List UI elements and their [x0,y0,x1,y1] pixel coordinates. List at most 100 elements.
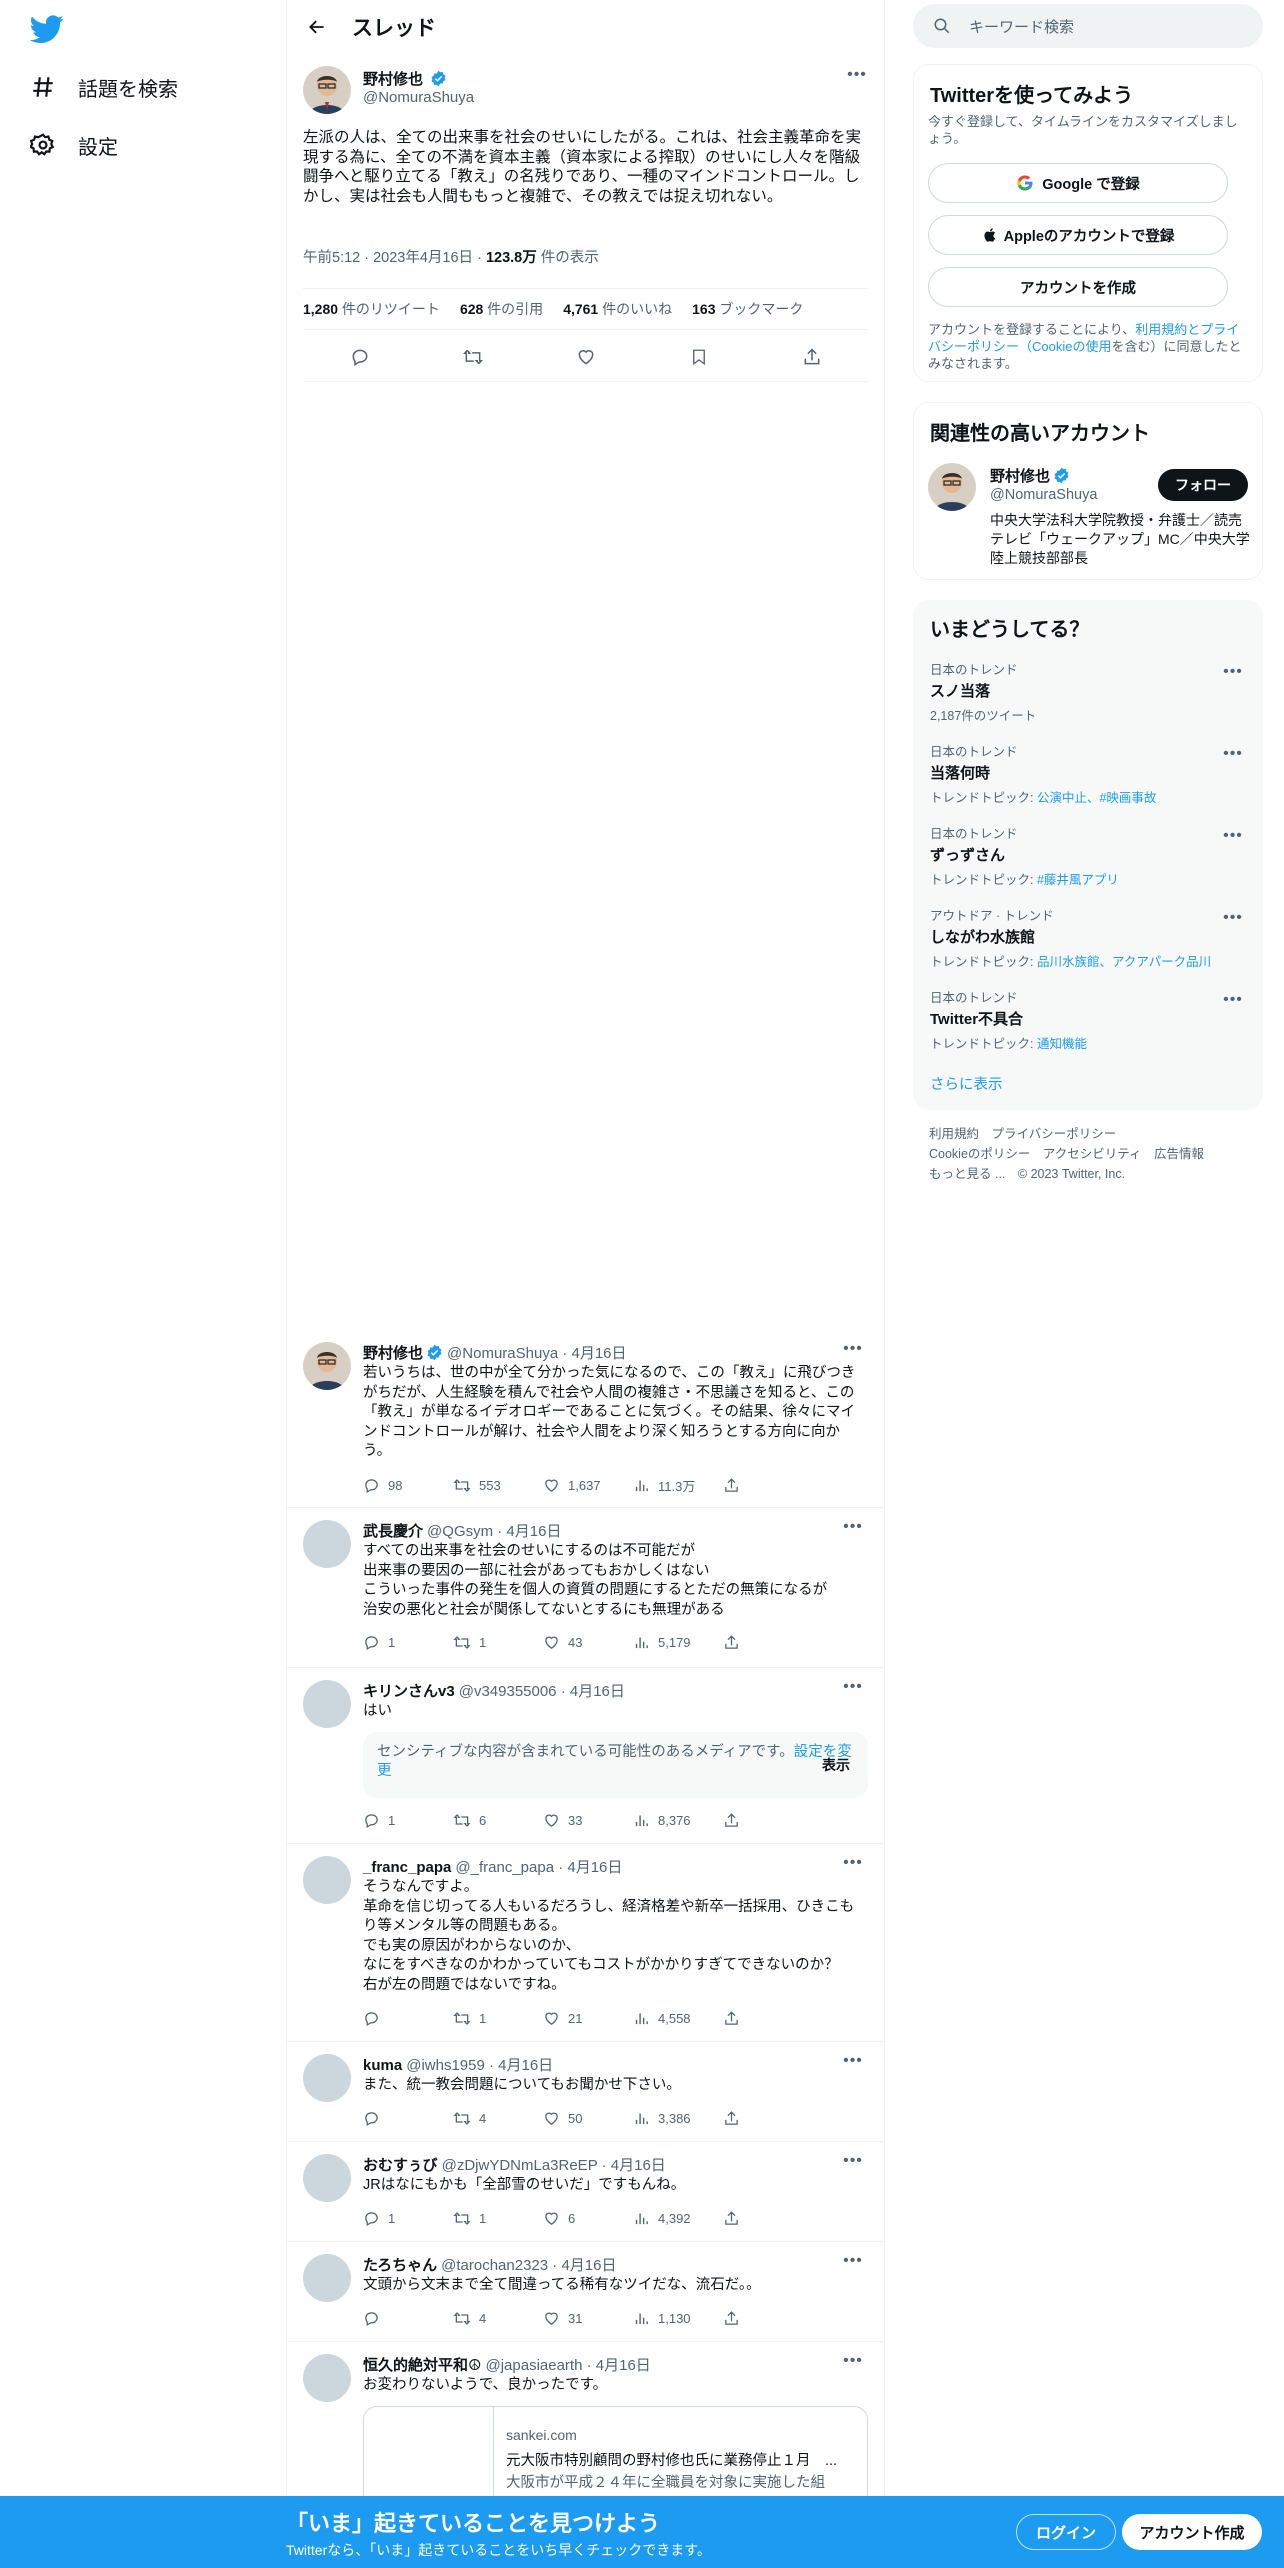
more-options-icon[interactable]: ••• [1218,991,1248,1011]
reply-name[interactable]: おむすぅび [363,2157,438,2174]
more-options-icon[interactable]: ••• [838,2152,868,2172]
reply-name[interactable]: キリンさんv3 [363,1683,455,1700]
reply-button[interactable]: 1 [363,2210,453,2227]
views-button[interactable]: 8,376 [633,1812,723,1829]
share-button[interactable] [723,1634,813,1651]
reply-avatar[interactable] [303,1520,351,1568]
views-button[interactable]: 11.3万 [633,1476,723,1495]
bookmark-icon[interactable] [682,340,716,374]
share-button[interactable] [723,2310,813,2327]
reply-name[interactable]: 恒久的絶対平和☮ [363,2357,481,2374]
reply-avatar[interactable] [303,1342,351,1390]
like-button[interactable]: 33 [543,1812,633,1829]
trend-topics[interactable]: #藤井風アプリ [1037,873,1119,887]
google-signup-button[interactable]: Google で登録 [928,163,1228,203]
more-options-icon[interactable]: ••• [838,2252,868,2272]
trend-topics[interactable]: 品川水族館、アクアパーク品川 [1037,955,1211,969]
reply-button[interactable] [363,2310,453,2327]
search-input[interactable]: キーワード検索 [969,16,1074,37]
related-handle[interactable]: @NomuraShuya [990,487,1097,503]
retweet-button[interactable]: 4 [453,2310,543,2327]
reply-name[interactable]: _franc_papa [363,1859,451,1876]
trend-item[interactable]: 日本のトレンド Twitter不具合 トレンドトピック: 通知機能 ••• [930,987,1248,1052]
share-button[interactable] [723,2110,813,2127]
related-name-row[interactable]: 野村修也 [990,465,1070,486]
nav-explore[interactable]: 話題を検索 [28,62,178,112]
search-box[interactable]: キーワード検索 [913,4,1263,48]
more-options-icon[interactable]: ••• [1218,909,1248,929]
reply-handle[interactable]: @japasiaearth · 4月16日 [485,2357,650,2374]
more-options-icon[interactable]: ••• [838,2352,868,2372]
views-button[interactable]: 5,179 [633,1634,723,1651]
reply-handle[interactable]: @v349355006 · 4月16日 [459,1683,625,1700]
reply-avatar[interactable] [303,2254,351,2302]
retweet-button[interactable]: 4 [453,2110,543,2127]
share-button[interactable] [723,2010,813,2027]
reply-avatar[interactable] [303,1680,351,1728]
bookmarks-stat[interactable]: 163 ブックマーク [692,299,803,319]
reply-button[interactable] [363,2110,453,2127]
views-button[interactable]: 3,386 [633,2110,723,2127]
twitter-logo-icon[interactable] [29,12,64,46]
like-button[interactable]: 21 [543,2010,633,2027]
login-button[interactable]: ログイン [1016,2514,1116,2550]
reply-handle[interactable]: @iwhs1959 · 4月16日 [406,2057,553,2074]
trend-item[interactable]: 日本のトレンド スノ当落 2,187件のツイート ••• [930,659,1248,724]
reply-handle[interactable]: @_franc_papa · 4月16日 [455,1859,622,1876]
reply-tweet[interactable]: _franc_papa @_franc_papa · 4月16日 ••• そうな… [287,1844,884,2042]
trend-topics[interactable]: 通知機能 [1037,1037,1087,1051]
reply-handle[interactable]: @QGsym · 4月16日 [427,1523,561,1540]
reply-handle[interactable]: @tarochan2323 · 4月16日 [441,2257,616,2274]
reply-tweet[interactable]: たろちゃん @tarochan2323 · 4月16日 ••• 文頭から文末まで… [287,2242,884,2342]
reply-handle[interactable]: @zDjwYDNmLa3ReEP · 4月16日 [442,2157,666,2174]
share-icon[interactable] [795,340,829,374]
like-button[interactable]: 1,637 [543,1476,633,1495]
reply-tweet[interactable]: 野村修也 @NomuraShuya · 4月16日 ••• 若いうちは、世の中が… [287,1330,884,1508]
more-options-icon[interactable]: ••• [1218,663,1248,683]
nav-settings[interactable]: 設定 [28,120,118,170]
reply-button[interactable]: 1 [363,1634,453,1651]
more-options-icon[interactable]: ••• [842,66,872,86]
show-more-link[interactable]: さらに表示 [930,1073,1003,1094]
views-button[interactable]: 1,130 [633,2310,723,2327]
reply-button[interactable] [363,2010,453,2027]
reply-name[interactable]: 野村修也 [363,1345,423,1362]
reply-avatar[interactable] [303,2354,351,2402]
follow-button[interactable]: フォロー [1158,469,1248,501]
share-button[interactable] [723,1812,813,1829]
trend-topics[interactable]: 公演中止、#映画事故 [1037,791,1156,805]
show-media-button[interactable]: 表示 [822,1756,850,1775]
retweet-button[interactable]: 6 [453,1812,543,1829]
tweet-time[interactable]: 午前5:12 · 2023年4月16日 · [303,250,486,266]
reply-tweet[interactable]: おむすぅび @zDjwYDNmLa3ReEP · 4月16日 ••• JRはなに… [287,2142,884,2242]
trend-item[interactable]: 日本のトレンド ずっずさん トレンドトピック: #藤井風アプリ ••• [930,823,1248,888]
retweet-button[interactable]: 553 [453,1476,543,1495]
back-arrow-icon[interactable] [290,0,344,54]
share-button[interactable] [723,1476,813,1495]
more-options-icon[interactable]: ••• [1218,745,1248,765]
reply-name[interactable]: 武長慶介 [363,1523,423,1540]
related-avatar[interactable] [928,463,976,511]
retweet-button[interactable]: 1 [453,1634,543,1651]
like-button[interactable]: 31 [543,2310,633,2327]
reply-tweet[interactable]: 武長慶介 @QGsym · 4月16日 ••• すべての出来事を社会のせいにする… [287,1508,884,1668]
reply-name[interactable]: たろちゃん [363,2257,437,2274]
like-button[interactable]: 43 [543,1634,633,1651]
like-icon[interactable] [569,340,603,374]
footer-line[interactable]: もっと見る ... © 2023 Twitter, Inc. [929,1164,1249,1184]
share-button[interactable] [723,2210,813,2227]
retweets-stat[interactable]: 1,280 件のリツイート [303,299,440,319]
author-handle[interactable]: @NomuraShuya [363,89,474,106]
more-options-icon[interactable]: ••• [838,1854,868,1874]
apple-signup-button[interactable]: Appleのアカウントで登録 [928,215,1228,255]
like-button[interactable]: 6 [543,2210,633,2227]
views-button[interactable]: 4,392 [633,2210,723,2227]
reply-button[interactable]: 98 [363,1476,453,1495]
footer-line[interactable]: Cookieのポリシー アクセシビリティ 広告情報 [929,1144,1249,1164]
reply-tweet[interactable]: kuma @iwhs1959 · 4月16日 ••• また、統一教会問題について… [287,2042,884,2142]
author-avatar[interactable] [303,66,351,114]
reply-avatar[interactable] [303,1856,351,1904]
reply-avatar[interactable] [303,2054,351,2102]
reply-icon[interactable] [343,340,377,374]
trend-item[interactable]: 日本のトレンド 当落何時 トレンドトピック: 公演中止、#映画事故 ••• [930,741,1248,806]
